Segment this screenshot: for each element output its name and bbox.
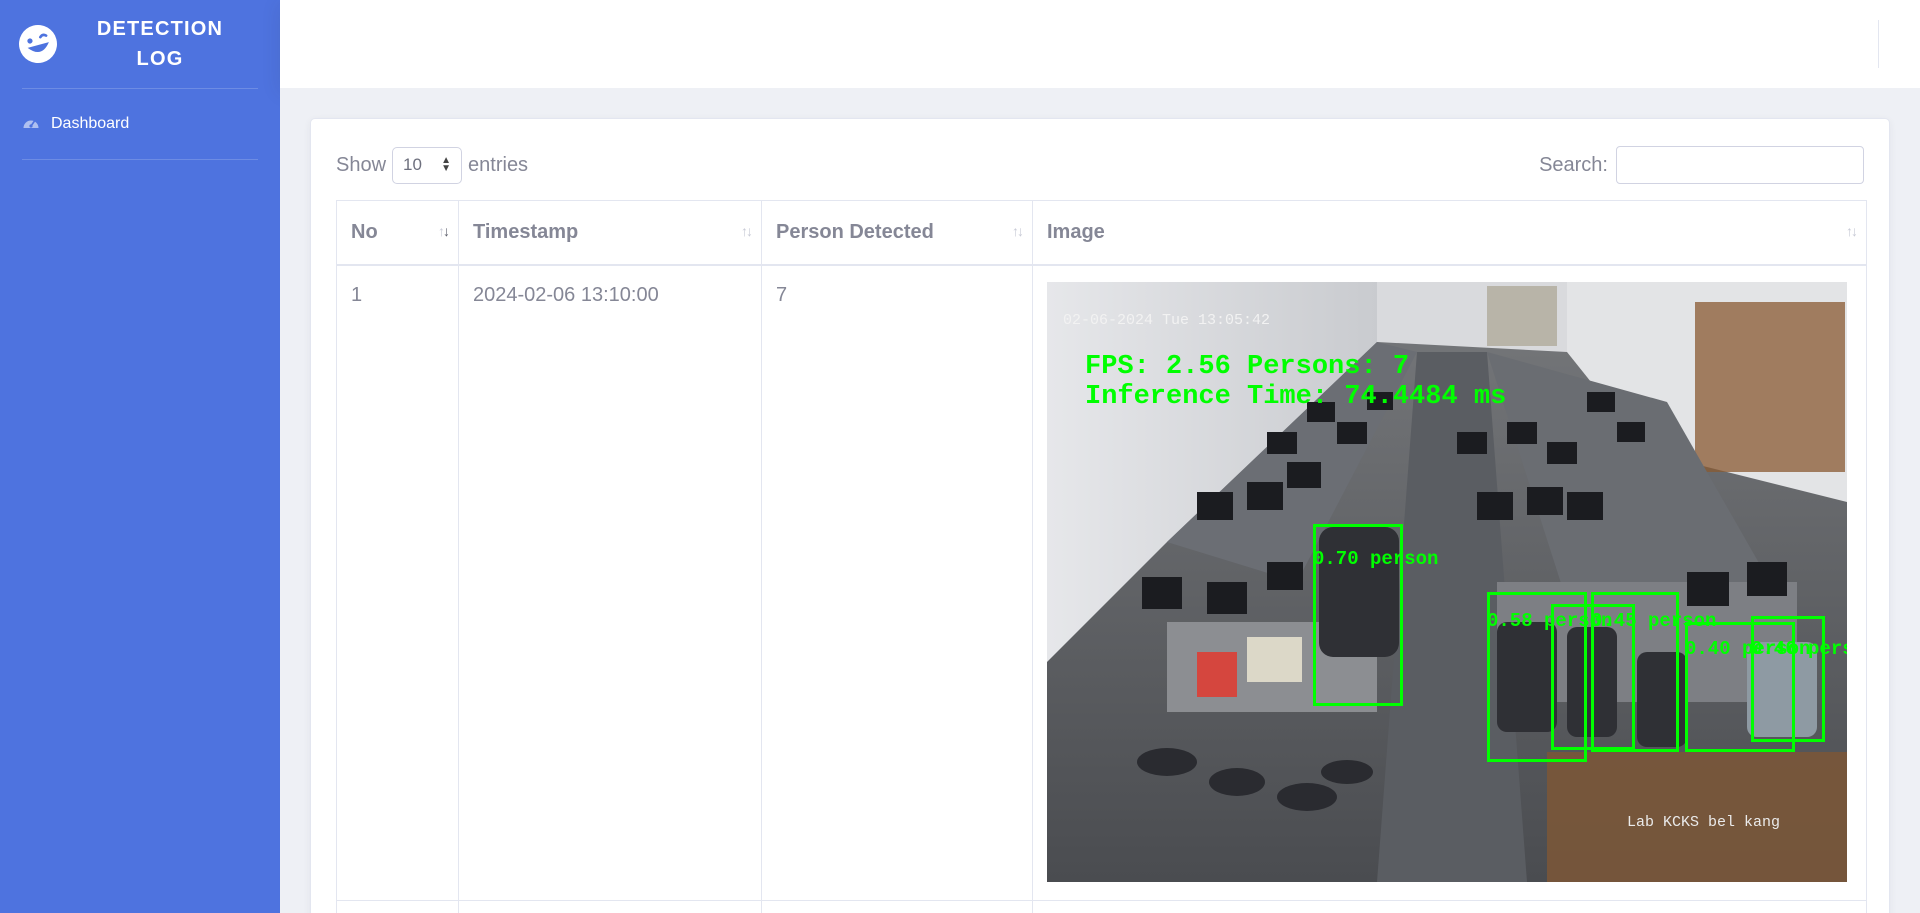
entries-select[interactable]: 10 ▲ ▼ <box>392 146 463 184</box>
cell-no: 1 <box>336 264 459 901</box>
column-header-image[interactable]: Image ↑↓ <box>1032 200 1867 266</box>
sort-icon: ↑↓ <box>741 223 753 239</box>
detection-label: 0.70 person <box>1313 547 1439 570</box>
entries-label: entries <box>468 153 529 176</box>
topbar <box>280 0 1920 88</box>
select-caret-icon: ▲ ▼ <box>441 155 452 174</box>
table-header-row: No ↑↓ Timestamp ↑↓ Person Detected ↑↓ Im… <box>336 200 1867 266</box>
detection-label: 0.46 person <box>1751 637 1847 660</box>
tachometer-icon <box>23 120 39 128</box>
sidebar-item-label: Dashboard <box>51 115 130 132</box>
detection-box <box>1751 615 1825 742</box>
cell-persons <box>761 899 1033 913</box>
inference-overlay: Inference Time: 74.4484 ms <box>1085 381 1507 412</box>
sidebar-divider <box>22 159 258 160</box>
topbar-divider <box>1878 20 1879 68</box>
cell-timestamp <box>458 899 762 913</box>
table-row <box>336 899 1867 913</box>
laugh-wink-icon <box>19 25 57 63</box>
column-header-no[interactable]: No ↑↓ <box>336 200 459 266</box>
table-row: 1 2024-02-06 13:10:00 7 02-06-2024 Tue 1… <box>336 264 1867 901</box>
brand-title: DETECTION LOG <box>96 18 224 70</box>
sidebar-brand[interactable]: DETECTION LOG <box>0 0 280 88</box>
column-header-timestamp[interactable]: Timestamp ↑↓ <box>458 200 762 266</box>
sort-icon: ↑↓ <box>1012 223 1024 239</box>
cell-timestamp: 2024-02-06 13:10:00 <box>458 264 762 901</box>
cell-no <box>336 899 459 913</box>
search-input[interactable] <box>1616 146 1864 184</box>
table-controls: Show 10 ▲ ▼ entries Search: <box>336 145 1864 185</box>
column-header-person-detected[interactable]: Person Detected ↑↓ <box>761 200 1033 266</box>
table-search: Search: <box>1539 145 1864 185</box>
sort-icon: ↑↓ <box>438 223 450 239</box>
camera-watermark: Lab KCKS bel kang <box>1627 813 1781 831</box>
entries-select-value: 10 <box>403 155 422 174</box>
show-label: Show <box>336 153 387 176</box>
sidebar: DETECTION LOG Dashboard <box>0 0 280 913</box>
fps-overlay: FPS: 2.56 Persons: 7 <box>1085 351 1410 382</box>
cell-image: 02-06-2024 Tue 13:05:42 FPS: 2.56 Person… <box>1032 264 1867 901</box>
cell-persons: 7 <box>761 264 1033 901</box>
detection-log-card: Show 10 ▲ ▼ entries Search: No ↑↓ Timest… <box>310 118 1890 913</box>
sidebar-item-dashboard[interactable]: Dashboard <box>0 89 280 159</box>
detection-table: No ↑↓ Timestamp ↑↓ Person Detected ↑↓ Im… <box>336 200 1867 913</box>
search-label: Search: <box>1539 153 1608 176</box>
sort-icon: ↑↓ <box>1846 223 1858 239</box>
entries-length-control: Show 10 ▲ ▼ entries <box>336 145 528 185</box>
cell-image <box>1032 899 1867 913</box>
main-content: Show 10 ▲ ▼ entries Search: No ↑↓ Timest… <box>280 88 1920 913</box>
detection-image[interactable]: 02-06-2024 Tue 13:05:42 FPS: 2.56 Person… <box>1047 281 1847 882</box>
camera-timestamp: 02-06-2024 Tue 13:05:42 <box>1063 311 1271 329</box>
